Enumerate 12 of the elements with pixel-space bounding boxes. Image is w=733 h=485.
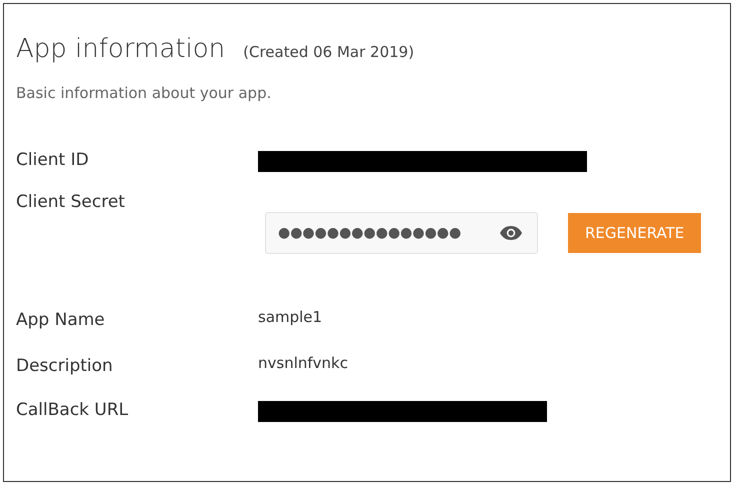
field-value: sample1: [258, 308, 324, 328]
eye-icon[interactable]: [499, 225, 523, 241]
field-label: Description: [16, 356, 114, 376]
field-label: App Name: [16, 310, 106, 330]
field-label: Client ID: [16, 150, 90, 172]
created-date: (Created 06 Mar 2019): [243, 43, 414, 61]
field-label: Client Secret: [16, 192, 126, 214]
secret-field[interactable]: ●●●●●●●●●●●●●●●: [265, 212, 538, 254]
page-title: App information: [16, 34, 226, 64]
field-label: CallBack URL: [16, 400, 130, 422]
field-value: nvsnlnfvnkc: [258, 354, 349, 374]
page-subtitle: Basic information about your app.: [16, 84, 272, 102]
